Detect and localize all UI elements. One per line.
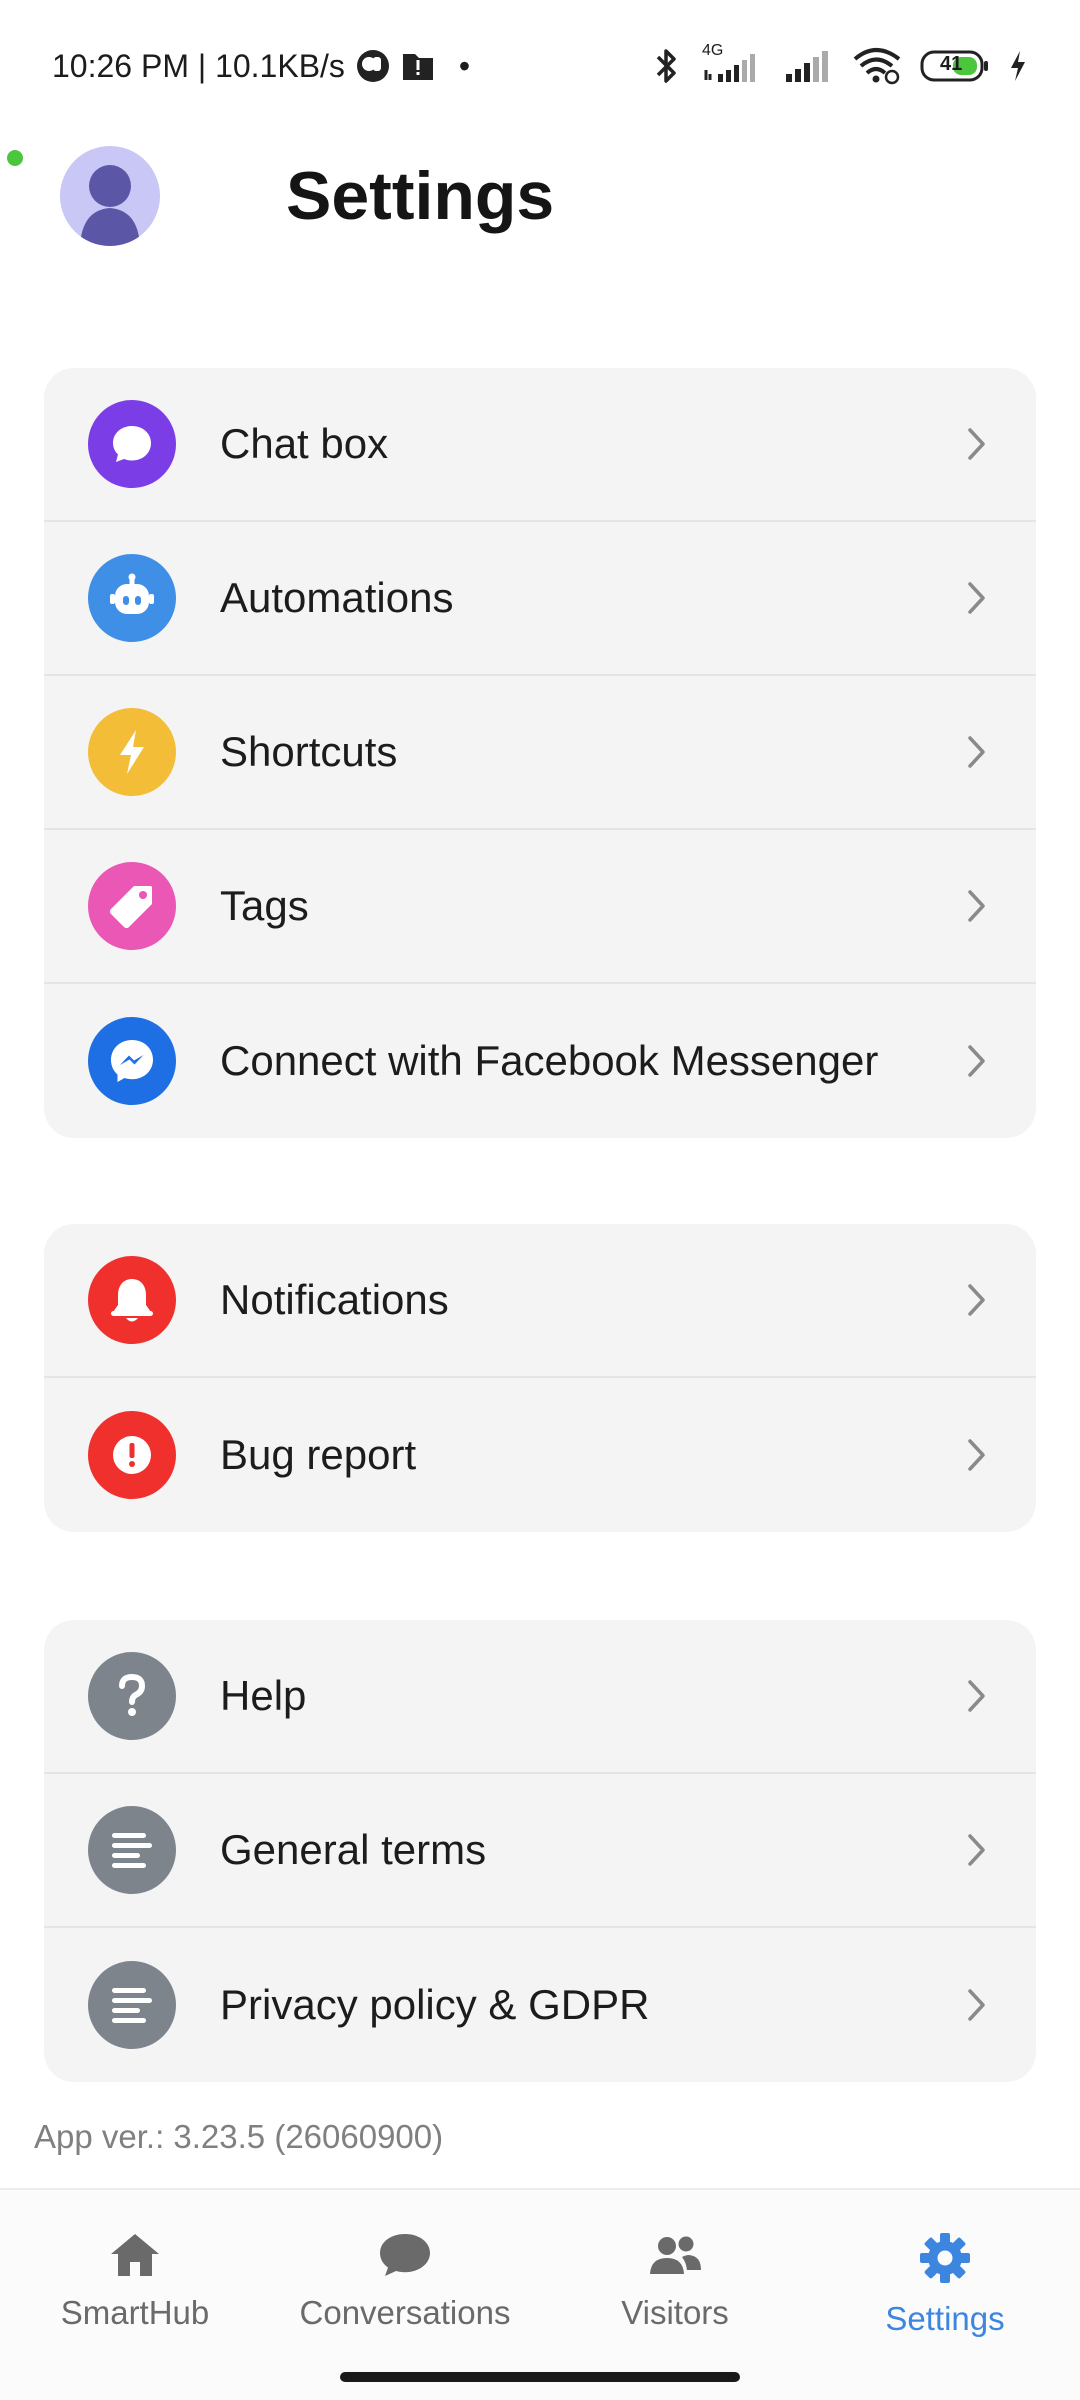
alert-icon: [88, 1411, 176, 1499]
app-version: App ver.: 3.23.5 (26060900): [34, 2118, 444, 2155]
chat-icon: [380, 2234, 430, 2276]
nav-item-visitors[interactable]: Visitors: [540, 2190, 810, 2400]
row-chat-box[interactable]: Chat box: [44, 368, 1036, 522]
network-type-label: 4G: [702, 42, 724, 59]
row-label: Shortcuts: [220, 728, 398, 775]
status-dot: •: [458, 47, 471, 84]
row-connect-facebook-messenger[interactable]: Connect with Facebook Messenger: [44, 984, 1036, 1138]
settings-group-integrations: Chat box Automations Shortcuts Tags Conn…: [44, 368, 1036, 1138]
mobile-signal-4g-icon: 4G: [700, 42, 766, 84]
battery-level: 41: [940, 53, 963, 75]
header: Settings: [0, 132, 1080, 260]
settings-screen: 10:26 PM | 10.1KB/s • 4G 41 Settings Cha…: [0, 0, 1080, 2400]
page-title: Settings: [286, 158, 555, 234]
messenger-icon: [88, 1017, 176, 1105]
nav-item-settings[interactable]: Settings: [810, 2190, 1080, 2400]
robot-icon: [88, 554, 176, 642]
nav-label: Settings: [885, 2300, 1005, 2337]
row-tags[interactable]: Tags: [44, 830, 1036, 984]
status-left: 10:26 PM | 10.1KB/s •: [52, 48, 470, 85]
online-status-dot: [4, 147, 26, 169]
row-label: Help: [220, 1672, 307, 1719]
row-label: Privacy policy & GDPR: [220, 1981, 650, 2028]
row-label: Connect with Facebook Messenger: [220, 1037, 879, 1084]
gear-icon: [920, 2233, 970, 2283]
chevron-right-icon: [962, 1435, 992, 1475]
chevron-right-icon: [962, 886, 992, 926]
battery-icon: 41: [920, 49, 990, 83]
chevron-right-icon: [962, 578, 992, 618]
charging-icon: [1008, 49, 1028, 83]
bell-icon: [88, 1256, 176, 1344]
chevron-right-icon: [962, 1041, 992, 1081]
chevron-right-icon: [962, 1830, 992, 1870]
row-shortcuts[interactable]: Shortcuts: [44, 676, 1036, 830]
row-label: General terms: [220, 1826, 487, 1873]
wifi-icon: [852, 47, 902, 85]
tag-icon: [88, 862, 176, 950]
chevron-right-icon: [962, 424, 992, 464]
mobile-signal-icon: [784, 48, 834, 84]
row-privacy-policy[interactable]: Privacy policy & GDPR: [44, 1928, 1036, 2082]
status-time-speed: 10:26 PM | 10.1KB/s: [52, 47, 345, 84]
bluetooth-icon: [652, 46, 682, 86]
app-notification-icon: [355, 48, 391, 84]
chevron-right-icon: [962, 1676, 992, 1716]
row-notifications[interactable]: Notifications: [44, 1224, 1036, 1378]
row-help[interactable]: Help: [44, 1620, 1036, 1774]
row-label: Chat box: [220, 420, 389, 467]
user-silhouette-icon: [80, 165, 140, 246]
row-automations[interactable]: Automations: [44, 522, 1036, 676]
status-bar: 10:26 PM | 10.1KB/s • 4G 41: [0, 0, 1080, 132]
home-indicator[interactable]: [340, 2372, 740, 2382]
row-label: Automations: [220, 574, 454, 621]
chat-bubble-icon: [88, 400, 176, 488]
row-general-terms[interactable]: General terms: [44, 1774, 1036, 1928]
people-icon: [650, 2236, 701, 2274]
chevron-right-icon: [962, 732, 992, 772]
bottom-nav: SmartHub Conversations Visitors Settings: [0, 2188, 1080, 2400]
nav-label: Visitors: [621, 2294, 729, 2331]
home-icon: [111, 2234, 159, 2276]
chevron-right-icon: [962, 1985, 992, 2025]
question-icon: [88, 1652, 176, 1740]
nav-item-conversations[interactable]: Conversations: [270, 2190, 540, 2400]
avatar[interactable]: [60, 146, 160, 246]
settings-group-help: Help General terms Privacy policy & GDPR: [44, 1620, 1036, 2082]
row-bug-report[interactable]: Bug report: [44, 1378, 1036, 1532]
lightning-icon: [88, 708, 176, 796]
settings-group-notifications: Notifications Bug report: [44, 1224, 1036, 1532]
document-lines-icon: [88, 1806, 176, 1894]
status-right: 4G 41: [652, 42, 1028, 86]
row-label: Bug report: [220, 1431, 417, 1478]
document-lines-icon: [88, 1961, 176, 2049]
nav-item-smarthub[interactable]: SmartHub: [0, 2190, 270, 2400]
chevron-right-icon: [962, 1280, 992, 1320]
nav-label: Conversations: [299, 2294, 511, 2331]
row-label: Notifications: [220, 1276, 449, 1323]
row-label: Tags: [220, 882, 309, 929]
nav-label: SmartHub: [60, 2294, 210, 2331]
sd-card-alert-icon: [401, 50, 435, 82]
